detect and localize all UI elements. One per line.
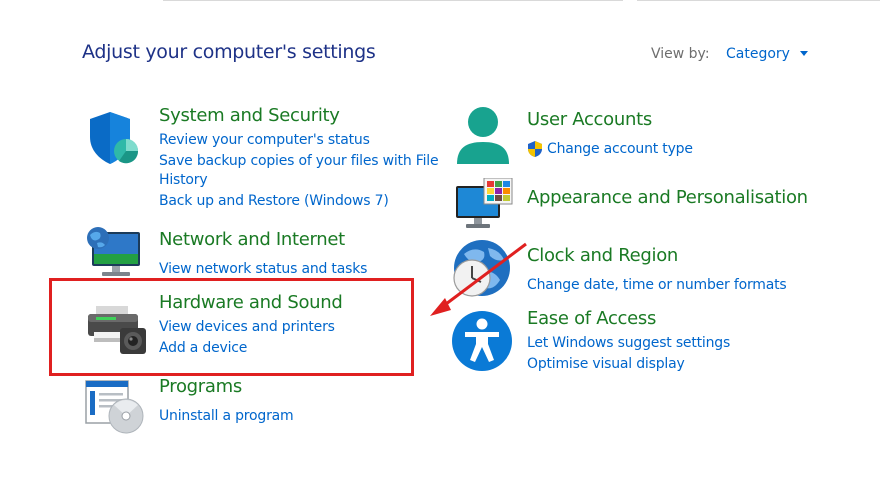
view-by: View by: Category (651, 46, 809, 62)
highlight-box (49, 278, 414, 376)
change-account-type-link[interactable]: Change account type (547, 139, 693, 159)
programs-heading[interactable]: Programs (159, 376, 242, 397)
optimise-display-link[interactable]: Optimise visual display (527, 354, 685, 374)
review-status-link[interactable]: Review your computer's status (159, 130, 370, 150)
user-accounts-heading[interactable]: User Accounts (527, 109, 652, 130)
view-by-label: View by: (651, 46, 710, 62)
programs-icon[interactable] (84, 379, 148, 435)
network-status-link[interactable]: View network status and tasks (159, 259, 367, 279)
network-heading[interactable]: Network and Internet (159, 229, 345, 250)
clock-region-heading[interactable]: Clock and Region (527, 245, 678, 266)
user-accounts-icon[interactable] (456, 106, 512, 168)
ease-access-heading[interactable]: Ease of Access (527, 308, 656, 329)
appearance-heading[interactable]: Appearance and Personalisation (527, 187, 808, 208)
clock-globe-icon[interactable] (450, 238, 514, 300)
page-title: Adjust your computer's settings (82, 41, 376, 63)
ease-of-access-icon[interactable] (451, 310, 513, 372)
save-backup-link[interactable]: Save backup copies of your files with Fi… (159, 151, 439, 171)
save-backup-link-cont[interactable]: History (159, 170, 208, 190)
top-divider-left (163, 0, 623, 1)
backup-restore-link[interactable]: Back up and Restore (Windows 7) (159, 191, 389, 211)
suggest-settings-link[interactable]: Let Windows suggest settings (527, 333, 730, 353)
chevron-down-icon[interactable] (800, 51, 809, 56)
top-divider-right (637, 0, 880, 1)
uac-shield-icon (526, 140, 544, 158)
uninstall-program-link[interactable]: Uninstall a program (159, 406, 294, 426)
shield-icon[interactable] (86, 110, 142, 166)
change-formats-link[interactable]: Change date, time or number formats (527, 275, 787, 295)
system-security-heading[interactable]: System and Security (159, 105, 340, 126)
network-icon[interactable] (82, 226, 144, 282)
appearance-icon[interactable] (454, 178, 514, 232)
view-by-dropdown[interactable]: Category (726, 46, 790, 62)
